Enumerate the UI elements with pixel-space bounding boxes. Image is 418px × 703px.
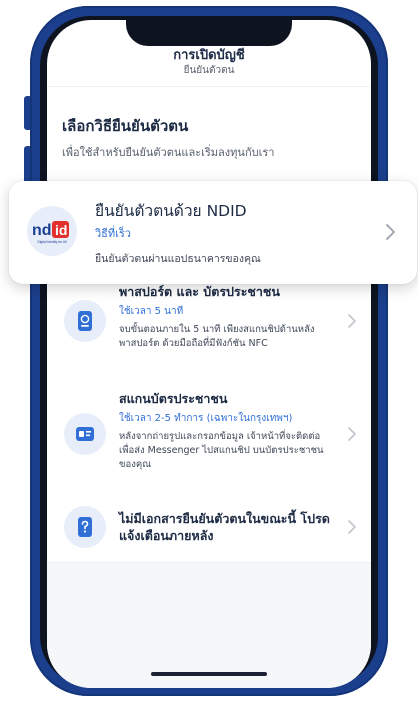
- svg-text:Digital Identity for All: Digital Identity for All: [38, 240, 67, 244]
- option-passport[interactable]: พาสปอร์ต และ บัตรประชาชน ใช้เวลา 5 นาที …: [47, 268, 371, 376]
- option-scan-id-card[interactable]: สแกนบัตรประชาชน ใช้เวลา 2-5 ทำการ (เฉพาะ…: [47, 375, 371, 494]
- option-ndid[interactable]: nd id Digital Identity for All ยืนยันตัว…: [9, 181, 417, 284]
- option-title: สแกนบัตรประชาชน: [119, 391, 228, 406]
- intro-section: เลือกวิธียืนยันตัวตน เพื่อใช้สำหรับยืนยั…: [62, 116, 356, 160]
- chevron-right-icon: [386, 224, 395, 240]
- phone-screen: การเปิดบัญชี ยืนยันตัวตน เลือกวิธียืนยัน…: [47, 20, 371, 688]
- chevron-right-icon: [348, 427, 356, 441]
- id-card-scan-icon: [76, 427, 94, 441]
- option-title: ไม่มีเอกสารยืนยันตัวตนในขณะนี้ โปรดแจ้งเ…: [119, 511, 330, 543]
- option-duration: ใช้เวลา 5 นาที: [119, 306, 184, 317]
- option-description: จบขั้นตอนภายใน 5 นาที เพียงสแกนชิปด้านหล…: [119, 324, 315, 349]
- intro-heading: เลือกวิธียืนยันตัวตน: [62, 117, 189, 135]
- app-header: การเปิดบัญชี ยืนยันตัวตน: [47, 48, 371, 78]
- option-title: พาสปอร์ต และ บัตรประชาชน: [119, 284, 280, 299]
- svg-text:nd: nd: [32, 222, 52, 239]
- ndid-duration: วิธีที่เร็ว: [95, 227, 131, 240]
- question-document-icon: [78, 517, 92, 537]
- passport-icon: [78, 311, 92, 331]
- phone-notch: [126, 20, 292, 46]
- ndid-logo: nd id Digital Identity for All: [27, 206, 77, 256]
- page-title: การเปิดบัญชี: [173, 48, 245, 63]
- ndid-logo-graphic: nd id Digital Identity for All: [32, 221, 69, 244]
- page-subtitle: ยืนยันตัวตน: [183, 65, 235, 76]
- option-duration: ใช้เวลา 2-5 ทำการ (เฉพาะในกรุงเทพฯ): [119, 413, 293, 424]
- intro-text: เพื่อใช้สำหรับยืนยันตัวตนและเริ่มลงทุนกั…: [62, 146, 275, 159]
- chevron-right-icon: [348, 314, 356, 328]
- header-divider: [47, 86, 371, 87]
- ndid-description: ยืนยันตัวตนผ่านแอปธนาคารของคุณ: [95, 253, 261, 265]
- chevron-right-icon: [348, 520, 356, 534]
- option-icon-circle: [64, 506, 106, 548]
- svg-text:id: id: [55, 222, 67, 238]
- option-icon-circle: [64, 300, 106, 342]
- ndid-title: ยืนยันตัวตนด้วย NDID: [95, 202, 247, 220]
- option-no-document[interactable]: ไม่มีเอกสารยืนยันตัวตนในขณะนี้ โปรดแจ้งเ…: [47, 493, 371, 563]
- option-icon-circle: [64, 413, 106, 455]
- home-indicator: [151, 672, 267, 676]
- option-description: หลังจากถ่ายรูปและกรอกข้อมูล เจ้าหน้าที่จ…: [119, 431, 324, 470]
